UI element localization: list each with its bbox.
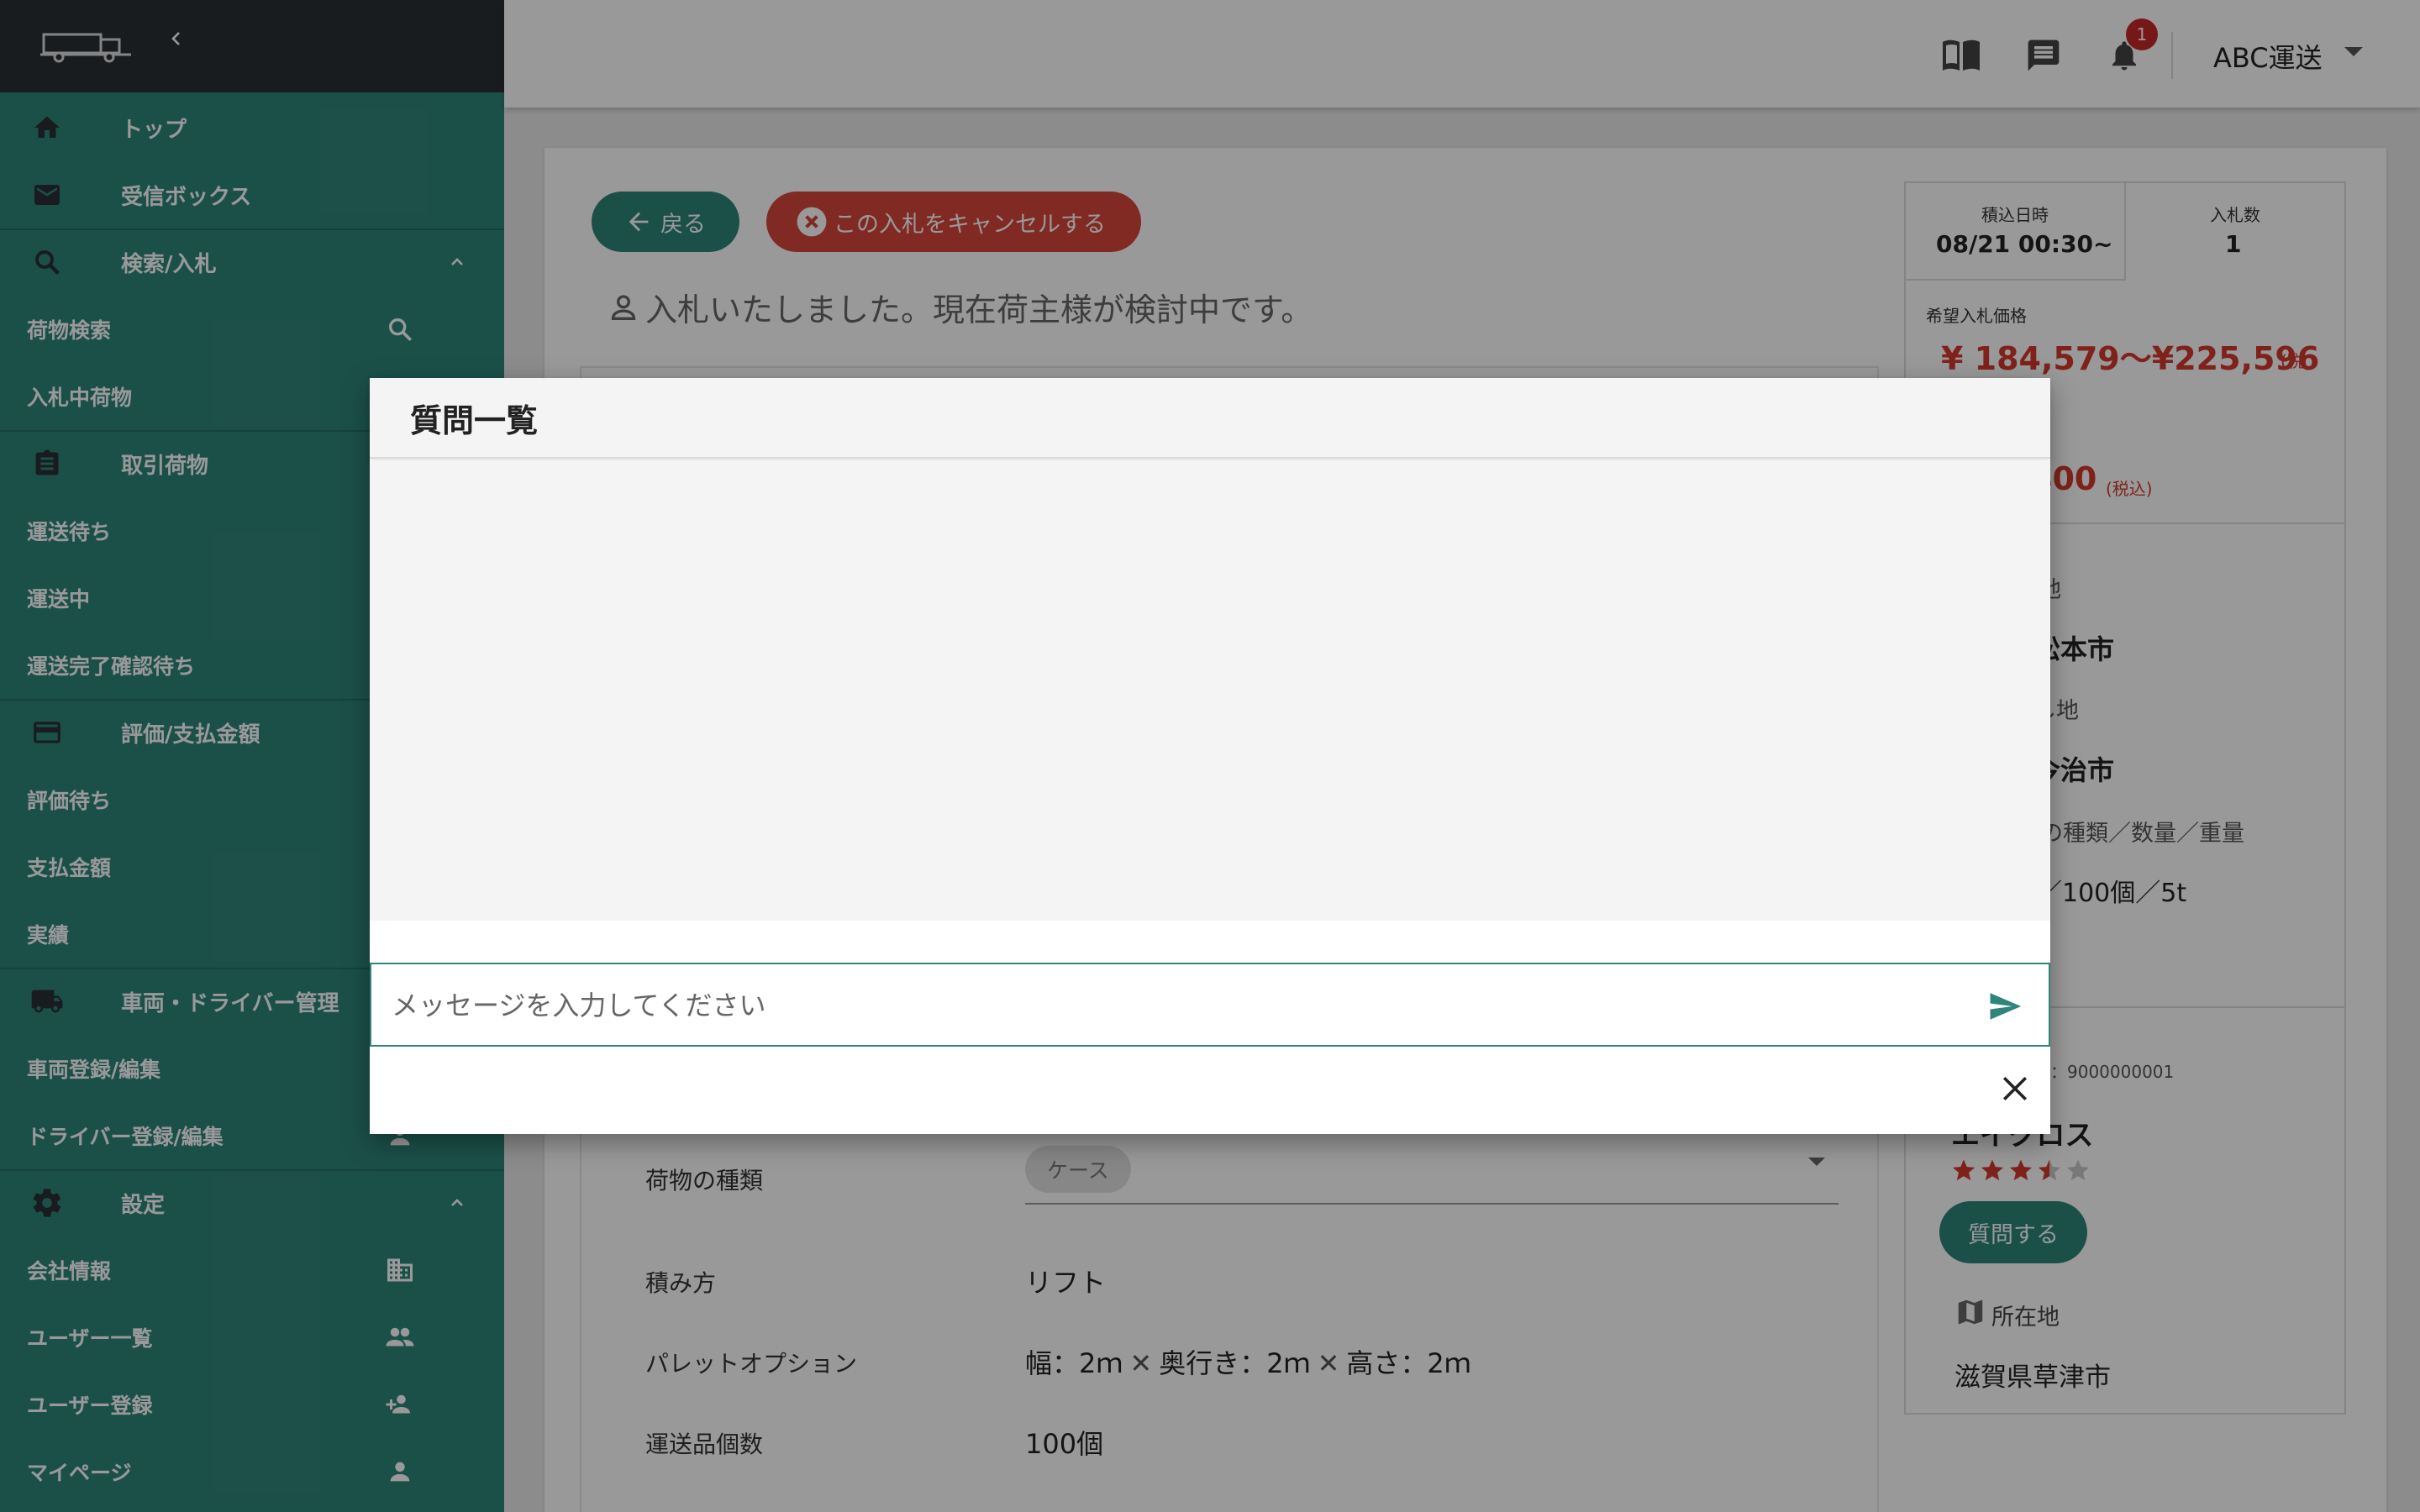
send-button[interactable] — [1980, 981, 2030, 1032]
dialog-title: 質問一覧 — [370, 378, 2050, 459]
send-icon — [1990, 993, 2022, 1020]
question-list-dialog: 質問一覧 — [370, 378, 2050, 1134]
question-list-area — [370, 460, 2050, 921]
message-box — [370, 963, 2050, 1047]
close-dialog-button[interactable] — [1991, 1065, 2039, 1112]
message-input[interactable] — [392, 979, 1971, 1032]
close-icon — [2002, 1076, 2028, 1101]
